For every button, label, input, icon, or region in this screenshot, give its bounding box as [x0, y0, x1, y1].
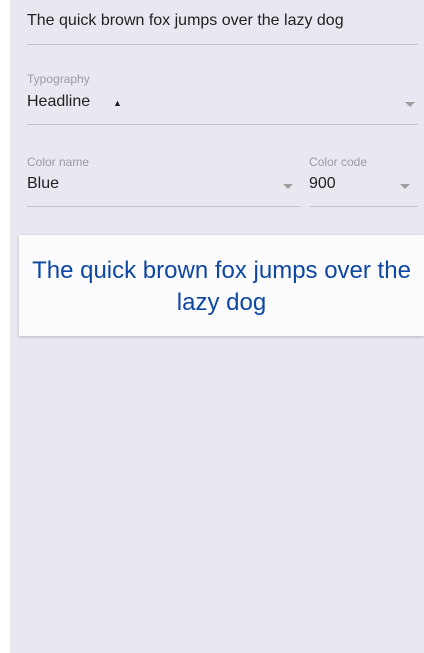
dropdown-arrow-icon	[400, 184, 410, 189]
sample-text-field[interactable]: The quick brown fox jumps over the lazy …	[27, 0, 418, 45]
mouse-cursor-icon: ▲	[113, 98, 122, 108]
preview-text: The quick brown fox jumps over the lazy …	[32, 257, 411, 316]
typography-value: Headline	[27, 93, 91, 110]
color-code-value: 900	[309, 175, 336, 192]
preview-card: The quick brown fox jumps over the lazy …	[19, 235, 424, 336]
typography-select[interactable]: Typography Headline	[27, 68, 418, 125]
dropdown-arrow-icon	[283, 184, 293, 189]
color-name-value: Blue	[27, 175, 60, 192]
color-code-select[interactable]: Color code 900	[309, 151, 418, 207]
color-name-select[interactable]: Color name Blue	[27, 151, 300, 207]
dropdown-arrow-icon	[405, 102, 415, 107]
app-screen: The quick brown fox jumps over the lazy …	[10, 0, 424, 653]
typography-label: Typography	[27, 72, 90, 86]
sample-text-value: The quick brown fox jumps over the lazy …	[27, 12, 344, 29]
color-name-label: Color name	[27, 155, 90, 169]
color-code-label: Color code	[309, 155, 368, 169]
